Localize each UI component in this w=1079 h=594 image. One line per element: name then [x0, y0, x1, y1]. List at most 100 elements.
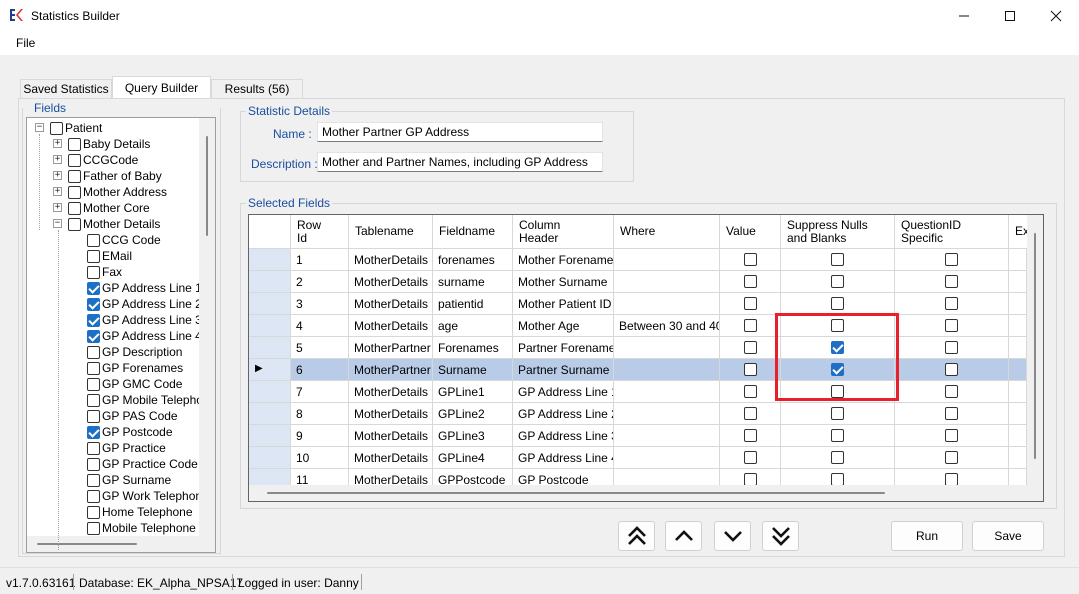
value-checkbox[interactable] — [743, 297, 757, 310]
col-header-column-header[interactable]: Column Header — [513, 215, 614, 249]
tree-item[interactable]: GP Mobile Telephon — [87, 392, 210, 408]
tree-item-checkbox[interactable] — [87, 489, 100, 503]
value-checkbox[interactable] — [743, 451, 757, 464]
expand-icon[interactable]: + — [53, 155, 62, 164]
ex-cell[interactable] — [1009, 359, 1027, 381]
field-cell[interactable]: GPLine4 — [433, 447, 513, 469]
row-header[interactable] — [249, 271, 291, 293]
tree-item[interactable]: GP Surname — [87, 472, 171, 488]
minimize-button[interactable] — [941, 0, 987, 31]
tree-item[interactable]: + Father of Baby — [53, 168, 162, 184]
tree-item[interactable]: GP Work Telephone — [87, 488, 209, 504]
header-cell[interactable]: GP Address Line 4 — [513, 447, 614, 469]
id-cell[interactable]: 5 — [291, 337, 349, 359]
tree-item-checkbox[interactable] — [87, 345, 100, 359]
col-header-row-id[interactable]: Row Id — [291, 215, 349, 249]
table-cell[interactable]: MotherDetails — [349, 315, 433, 337]
move-bottom-button[interactable] — [762, 521, 799, 551]
suppress-cell[interactable] — [781, 447, 895, 469]
tree-item-checkbox[interactable] — [87, 473, 100, 487]
value-cell[interactable] — [720, 271, 781, 293]
where-cell[interactable]: Between 30 and 40 — [614, 315, 720, 337]
qid-cell[interactable] — [895, 359, 1009, 381]
header-cell[interactable]: Mother Forenames — [513, 249, 614, 271]
run-button[interactable]: Run — [891, 521, 963, 551]
qid-checkbox[interactable] — [945, 407, 958, 420]
tree-item[interactable]: GP PAS Code — [87, 408, 178, 424]
ex-cell[interactable] — [1009, 293, 1027, 315]
name-input[interactable]: Mother Partner GP Address — [317, 122, 603, 142]
row-header[interactable] — [249, 315, 291, 337]
tree-vscroll-thumb[interactable] — [206, 136, 208, 236]
header-cell[interactable]: GP Address Line 2 — [513, 403, 614, 425]
value-cell[interactable] — [720, 425, 781, 447]
suppress-checkbox[interactable] — [831, 429, 844, 442]
field-cell[interactable]: GPLine3 — [433, 425, 513, 447]
collapse-icon[interactable]: − — [35, 123, 44, 132]
tree-item-checkbox[interactable] — [50, 121, 63, 135]
selected-fields-grid[interactable]: Row Id Tablename Fieldname Column Header… — [248, 214, 1044, 502]
field-cell[interactable]: patientid — [433, 293, 513, 315]
value-checkbox[interactable] — [743, 319, 757, 332]
value-checkbox[interactable] — [743, 429, 757, 442]
header-cell[interactable]: Partner Surname — [513, 359, 614, 381]
header-cell[interactable]: Mother Age — [513, 315, 614, 337]
id-cell[interactable]: 4 — [291, 315, 349, 337]
menu-file[interactable]: File — [16, 36, 35, 50]
tree-item-checkbox[interactable] — [68, 185, 81, 199]
ex-cell[interactable] — [1009, 337, 1027, 359]
suppress-cell[interactable] — [781, 249, 895, 271]
expand-icon[interactable]: + — [53, 203, 62, 212]
header-cell[interactable]: Partner Forenames — [513, 337, 614, 359]
field-cell[interactable]: Forenames — [433, 337, 513, 359]
tree-item[interactable]: + Mother Core — [53, 200, 150, 216]
value-cell[interactable] — [720, 447, 781, 469]
tree-item[interactable]: GP Address Line 2 — [87, 296, 202, 312]
tree-item-checkbox[interactable] — [68, 137, 81, 151]
qid-cell[interactable] — [895, 315, 1009, 337]
tree-item[interactable]: Home Telephone — [87, 504, 193, 520]
qid-checkbox[interactable] — [945, 253, 958, 266]
row-header[interactable] — [249, 403, 291, 425]
col-header-questionid-specific[interactable]: QuestionID Specific — [895, 215, 1009, 249]
expand-icon[interactable]: + — [53, 187, 62, 196]
row-header[interactable] — [249, 249, 291, 271]
field-cell[interactable]: age — [433, 315, 513, 337]
value-checkbox[interactable] — [743, 253, 757, 266]
tree-item-checkbox[interactable] — [87, 313, 100, 327]
tree-item-checkbox[interactable] — [68, 169, 81, 183]
save-button[interactable]: Save — [972, 521, 1044, 551]
where-cell[interactable] — [614, 425, 720, 447]
tree-item-checkbox[interactable] — [87, 249, 100, 263]
ex-cell[interactable] — [1009, 381, 1027, 403]
row-header[interactable] — [249, 293, 291, 315]
value-cell[interactable] — [720, 315, 781, 337]
col-header-tablename[interactable]: Tablename — [349, 215, 433, 249]
field-cell[interactable]: surname — [433, 271, 513, 293]
row-header[interactable] — [249, 337, 291, 359]
tree-item[interactable]: Mobile Telephone — [87, 520, 196, 536]
table-cell[interactable]: MotherDetails — [349, 447, 433, 469]
id-cell[interactable]: 1 — [291, 249, 349, 271]
field-cell[interactable]: Surname — [433, 359, 513, 381]
qid-checkbox[interactable] — [945, 275, 958, 288]
value-cell[interactable] — [720, 381, 781, 403]
tree-item-checkbox[interactable] — [87, 281, 100, 295]
suppress-checkbox[interactable] — [831, 275, 844, 288]
table-cell[interactable]: MotherPartner — [349, 359, 433, 381]
suppress-cell[interactable] — [781, 293, 895, 315]
ex-cell[interactable] — [1009, 249, 1027, 271]
tab-saved-statistics[interactable]: Saved Statistics — [20, 79, 112, 98]
tree-item-checkbox[interactable] — [87, 505, 100, 519]
grid-horizontal-scrollbar[interactable] — [249, 485, 1043, 501]
header-cell[interactable]: GP Address Line 3 — [513, 425, 614, 447]
id-cell[interactable]: 8 — [291, 403, 349, 425]
row-header[interactable] — [249, 447, 291, 469]
qid-cell[interactable] — [895, 249, 1009, 271]
field-cell[interactable]: GPLine1 — [433, 381, 513, 403]
tree-item-checkbox[interactable] — [87, 265, 100, 279]
tree-item-checkbox[interactable] — [87, 393, 100, 407]
tree-hscroll-thumb[interactable] — [37, 543, 137, 545]
value-checkbox[interactable] — [743, 363, 757, 376]
qid-checkbox[interactable] — [945, 341, 958, 354]
